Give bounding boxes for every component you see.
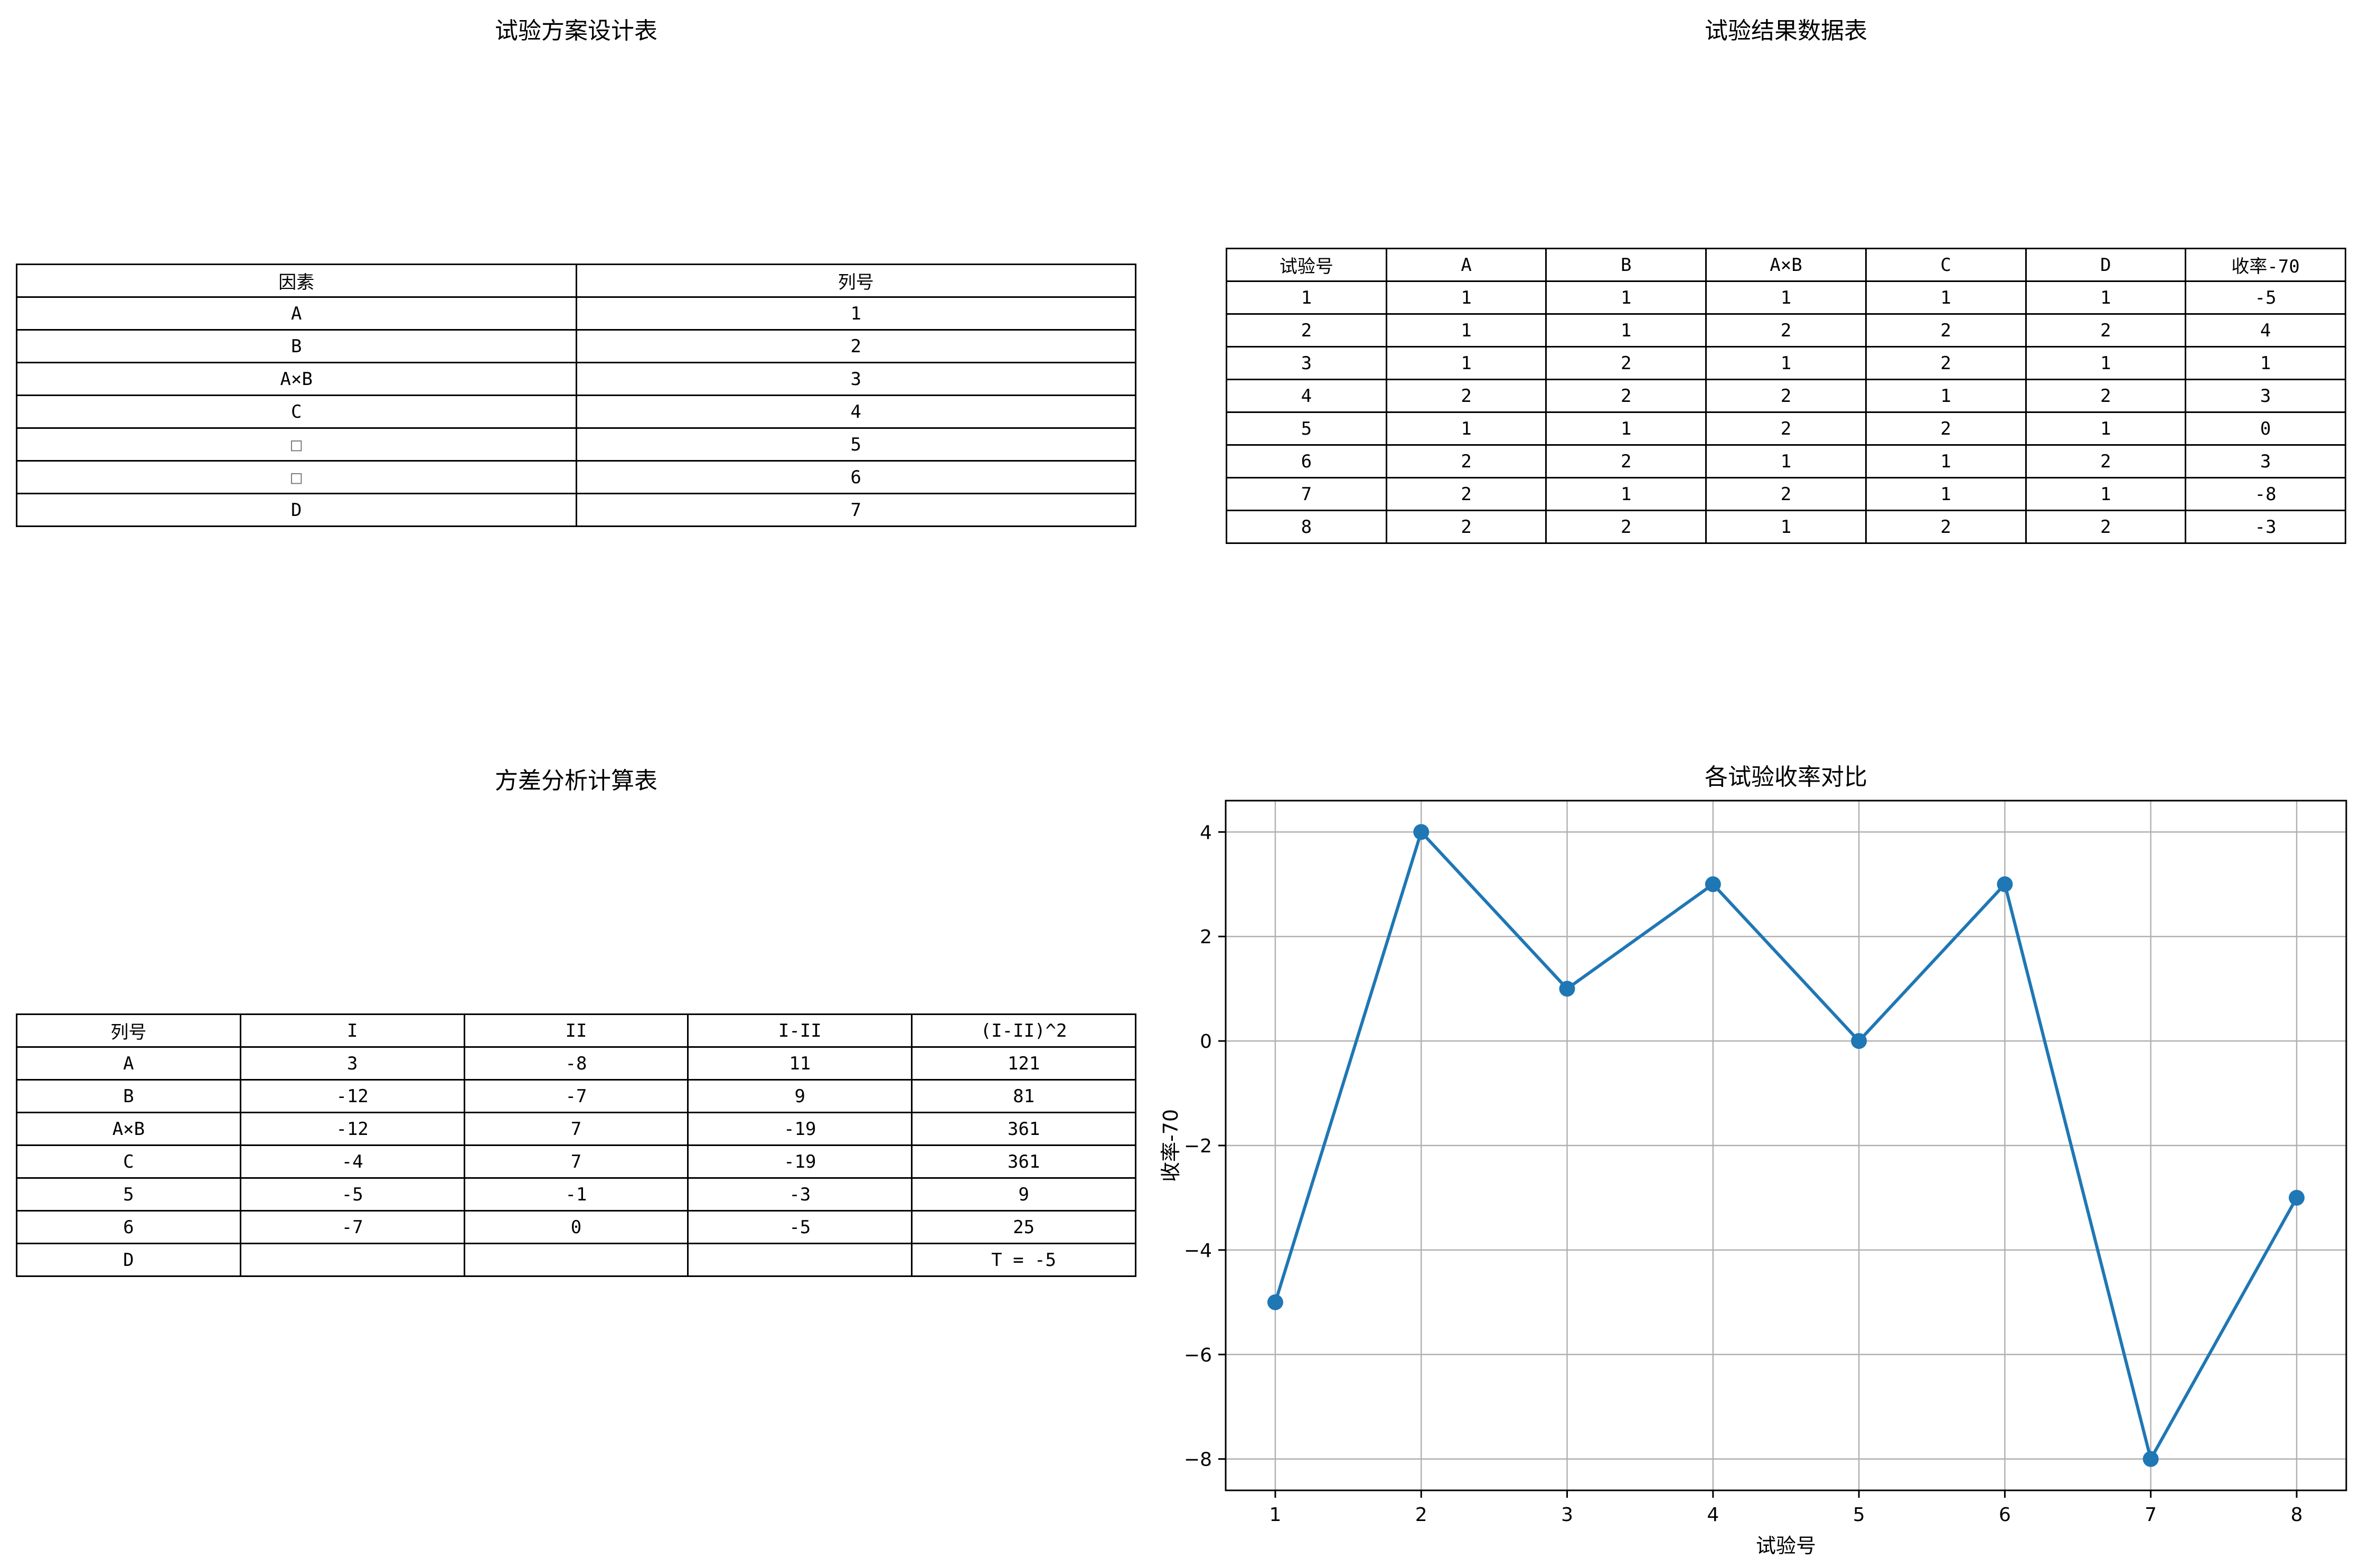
x-tick-label: 8 (2291, 1504, 2303, 1526)
y-axis-label: 收率-70 (1159, 1109, 1182, 1182)
x-tick-label: 7 (2145, 1504, 2157, 1526)
data-point (2142, 1451, 2159, 1467)
y-tick-label: −8 (1184, 1449, 1212, 1471)
x-tick-label: 6 (1999, 1504, 2011, 1526)
data-point (1413, 824, 1430, 840)
line-chart: 1 2 3 4 5 6 7 8 −8 −6 −4 −2 0 2 4 各试验收率对比试验号 收率-70 (1159, 764, 2347, 1557)
x-tick-label: 4 (1707, 1504, 1719, 1526)
data-point (1851, 1033, 1867, 1049)
x-tick-label: 3 (1561, 1504, 1573, 1526)
y-tick-label: 2 (1200, 926, 1212, 948)
y-tick-label: 4 (1200, 822, 1212, 843)
data-point (2289, 1189, 2305, 1206)
x-tick-label: 1 (1269, 1504, 1281, 1526)
y-tick-label: −2 (1184, 1135, 1212, 1157)
y-tick-label: −4 (1184, 1240, 1212, 1262)
data-point (1267, 1294, 1283, 1310)
data-point (1705, 876, 1721, 893)
chart-title: 各试验收率对比 (1705, 764, 1867, 791)
y-tick-label: 0 (1200, 1031, 1212, 1053)
x-axis-label: 试验号 (1756, 1534, 1816, 1557)
y-tick-label: −6 (1184, 1345, 1212, 1366)
data-point (1559, 981, 1575, 997)
data-point (1997, 876, 2013, 893)
x-tick-label: 5 (1853, 1504, 1865, 1526)
x-tick-label: 2 (1415, 1504, 1427, 1526)
